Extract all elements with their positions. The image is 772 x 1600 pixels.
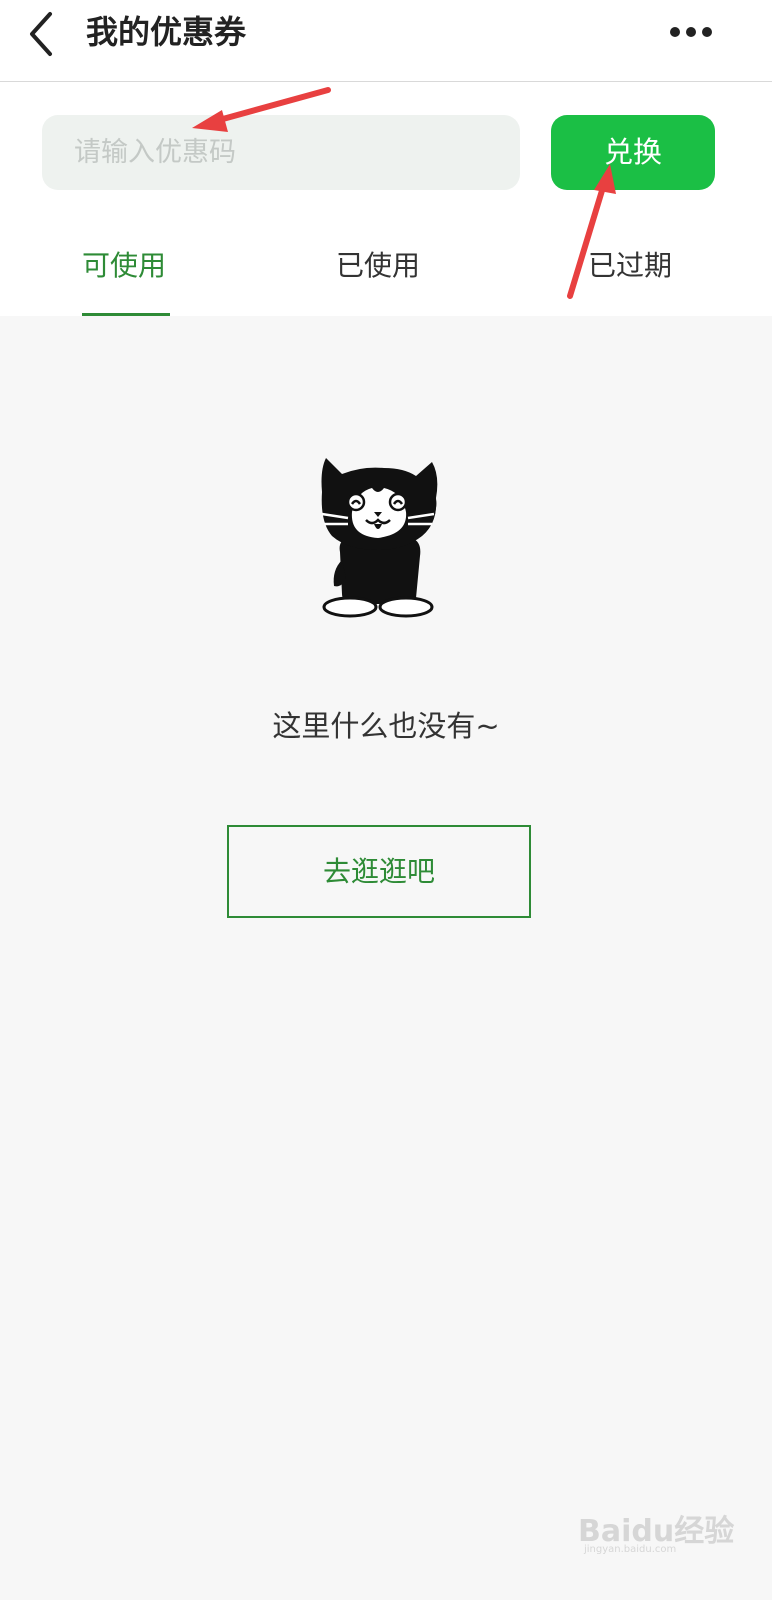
empty-state-message: 这里什么也没有~ (272, 709, 500, 743)
watermark-url-text: jingyan.baidu.com (584, 1544, 677, 1555)
coupon-code-input[interactable] (42, 115, 520, 190)
active-tab-indicator (82, 313, 170, 316)
tab-expired[interactable]: 已过期 (588, 244, 672, 288)
coupon-page: 我的优惠券 兑换 可使用 已使用 已过期 (0, 0, 772, 1600)
more-button[interactable] (660, 12, 724, 52)
tab-available[interactable]: 可使用 (82, 244, 166, 288)
top-bar: 我的优惠券 (0, 0, 772, 82)
baidu-watermark: Baidu经验 jingyan.baidu.com (578, 1492, 734, 1562)
more-dots-icon (670, 27, 712, 37)
go-browse-button[interactable]: 去逛逛吧 (227, 825, 531, 918)
back-button[interactable] (14, 6, 70, 62)
chevron-left-icon (30, 12, 52, 56)
page-title: 我的优惠券 (86, 13, 247, 51)
redeem-and-tabs-panel: 兑换 可使用 已使用 已过期 (0, 82, 772, 316)
redeem-button[interactable]: 兑换 (551, 115, 715, 190)
cat-illustration (312, 452, 448, 622)
tab-used[interactable]: 已使用 (336, 244, 420, 288)
